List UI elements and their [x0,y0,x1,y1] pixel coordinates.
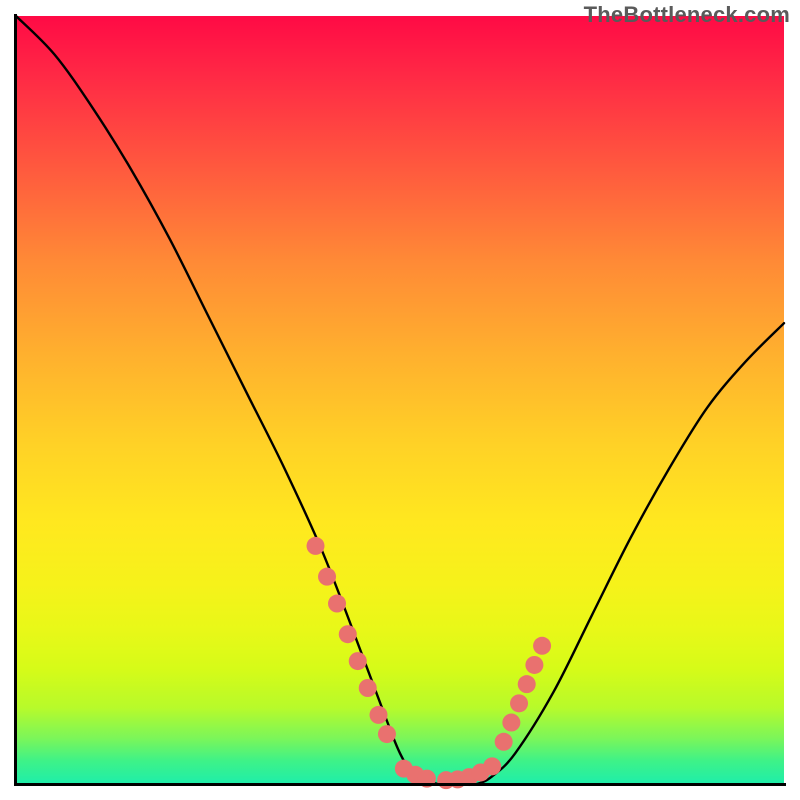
chart-marker [339,625,357,643]
chart-marker [483,757,501,775]
chart-curve [16,16,784,785]
watermark-text: TheBottleneck.com [584,2,790,28]
chart-marker [359,679,377,697]
chart-marker [369,706,387,724]
chart-marker [495,733,513,751]
chart-container: TheBottleneck.com [0,0,800,800]
chart-marker [328,595,346,613]
chart-marker [502,714,520,732]
x-axis [14,783,786,786]
chart-svg-overlay [16,16,784,784]
marker-cluster-right [495,637,551,751]
chart-marker [318,568,336,586]
chart-marker [518,675,536,693]
marker-cluster-left [307,537,396,743]
y-axis [14,14,17,786]
chart-marker [307,537,325,555]
chart-marker [510,694,528,712]
chart-marker [378,725,396,743]
chart-marker [525,656,543,674]
chart-marker [533,637,551,655]
chart-marker [349,652,367,670]
